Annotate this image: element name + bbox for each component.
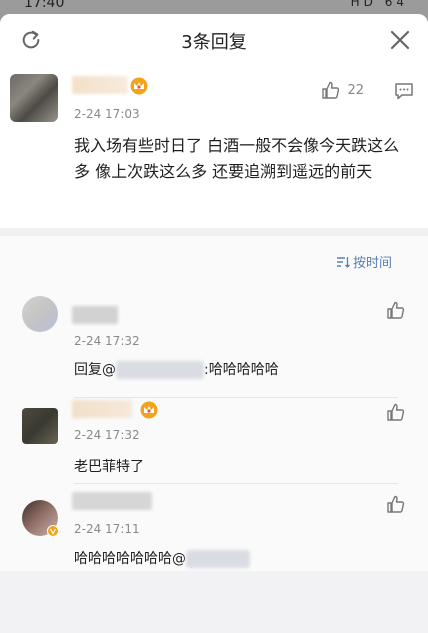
comment-body: 我入场有些时日了 白酒一般不会像今天跌这么多 像上次跌这么多 还要追溯到遥远的前… (74, 136, 400, 181)
sort-icon (336, 256, 350, 268)
crown-badge-icon (130, 77, 148, 95)
reply-suffix: :哈哈哈哈哈 (204, 362, 279, 378)
reply-body: 哈哈哈哈哈哈哈@ (74, 551, 186, 567)
status-time: 17:40 (24, 0, 65, 11)
username-redacted[interactable] (72, 400, 132, 418)
reply-sheet: 3条回复 2-24 17:03 22 我入场有些时日了 白酒一般不会像今天跌这么… (0, 14, 428, 633)
sheet-title: 3条回复 (181, 32, 247, 53)
thumbs-up-icon (322, 81, 340, 99)
comment-time: 2-24 17:03 (74, 107, 140, 121)
thumbs-up-icon[interactable] (386, 402, 406, 422)
close-icon[interactable] (390, 30, 410, 50)
avatar[interactable] (10, 74, 58, 122)
mention-redacted[interactable] (116, 361, 204, 379)
avatar[interactable] (22, 408, 58, 444)
list-item: 2-24 17:32 回复@ :哈哈哈哈哈 (0, 286, 428, 398)
sort-label: 按时间 (352, 256, 392, 271)
reply-prefix: 回复@ (74, 362, 116, 378)
reply-text: 老巴菲特了 (74, 459, 144, 475)
username-redacted[interactable] (72, 76, 128, 94)
mention-redacted[interactable] (186, 550, 250, 568)
like-button[interactable]: 22 (321, 80, 364, 100)
divider (74, 483, 398, 484)
verified-badge-icon (47, 525, 59, 537)
status-icons: HD 64 (350, 0, 408, 9)
comment-icon[interactable] (394, 82, 414, 100)
main-comment: 2-24 17:03 22 我入场有些时日了 白酒一般不会像今天跌这么多 像上次… (0, 66, 428, 228)
crown-badge-icon (140, 401, 158, 419)
sort-by-time-button[interactable]: 按时间 (336, 252, 392, 271)
thumbs-up-icon[interactable] (386, 494, 406, 514)
section-divider (0, 228, 428, 236)
reply-time: 2-24 17:32 (74, 334, 140, 348)
like-count: 22 (347, 82, 364, 98)
list-item: 2-24 17:11 哈哈哈哈哈哈哈@ (0, 490, 428, 584)
status-bar: 17:40 HD 64 (0, 0, 428, 14)
thumbs-up-icon[interactable] (386, 300, 406, 320)
bottom-area (0, 571, 428, 633)
replies-list: 按时间 2-24 17:32 回复@ :哈哈哈哈哈 2-24 17:32 老巴菲… (0, 236, 428, 571)
username-redacted[interactable] (72, 306, 118, 324)
sheet-header: 3条回复 (0, 14, 428, 66)
reply-time: 2-24 17:32 (74, 428, 140, 442)
avatar[interactable] (22, 296, 58, 332)
list-item: 2-24 17:32 老巴菲特了 (0, 398, 428, 492)
username-redacted[interactable] (72, 492, 152, 510)
reply-time: 2-24 17:11 (74, 522, 140, 536)
reply-text: 回复@ :哈哈哈哈哈 (74, 359, 279, 379)
reply-text: 哈哈哈哈哈哈哈@ (74, 548, 250, 568)
